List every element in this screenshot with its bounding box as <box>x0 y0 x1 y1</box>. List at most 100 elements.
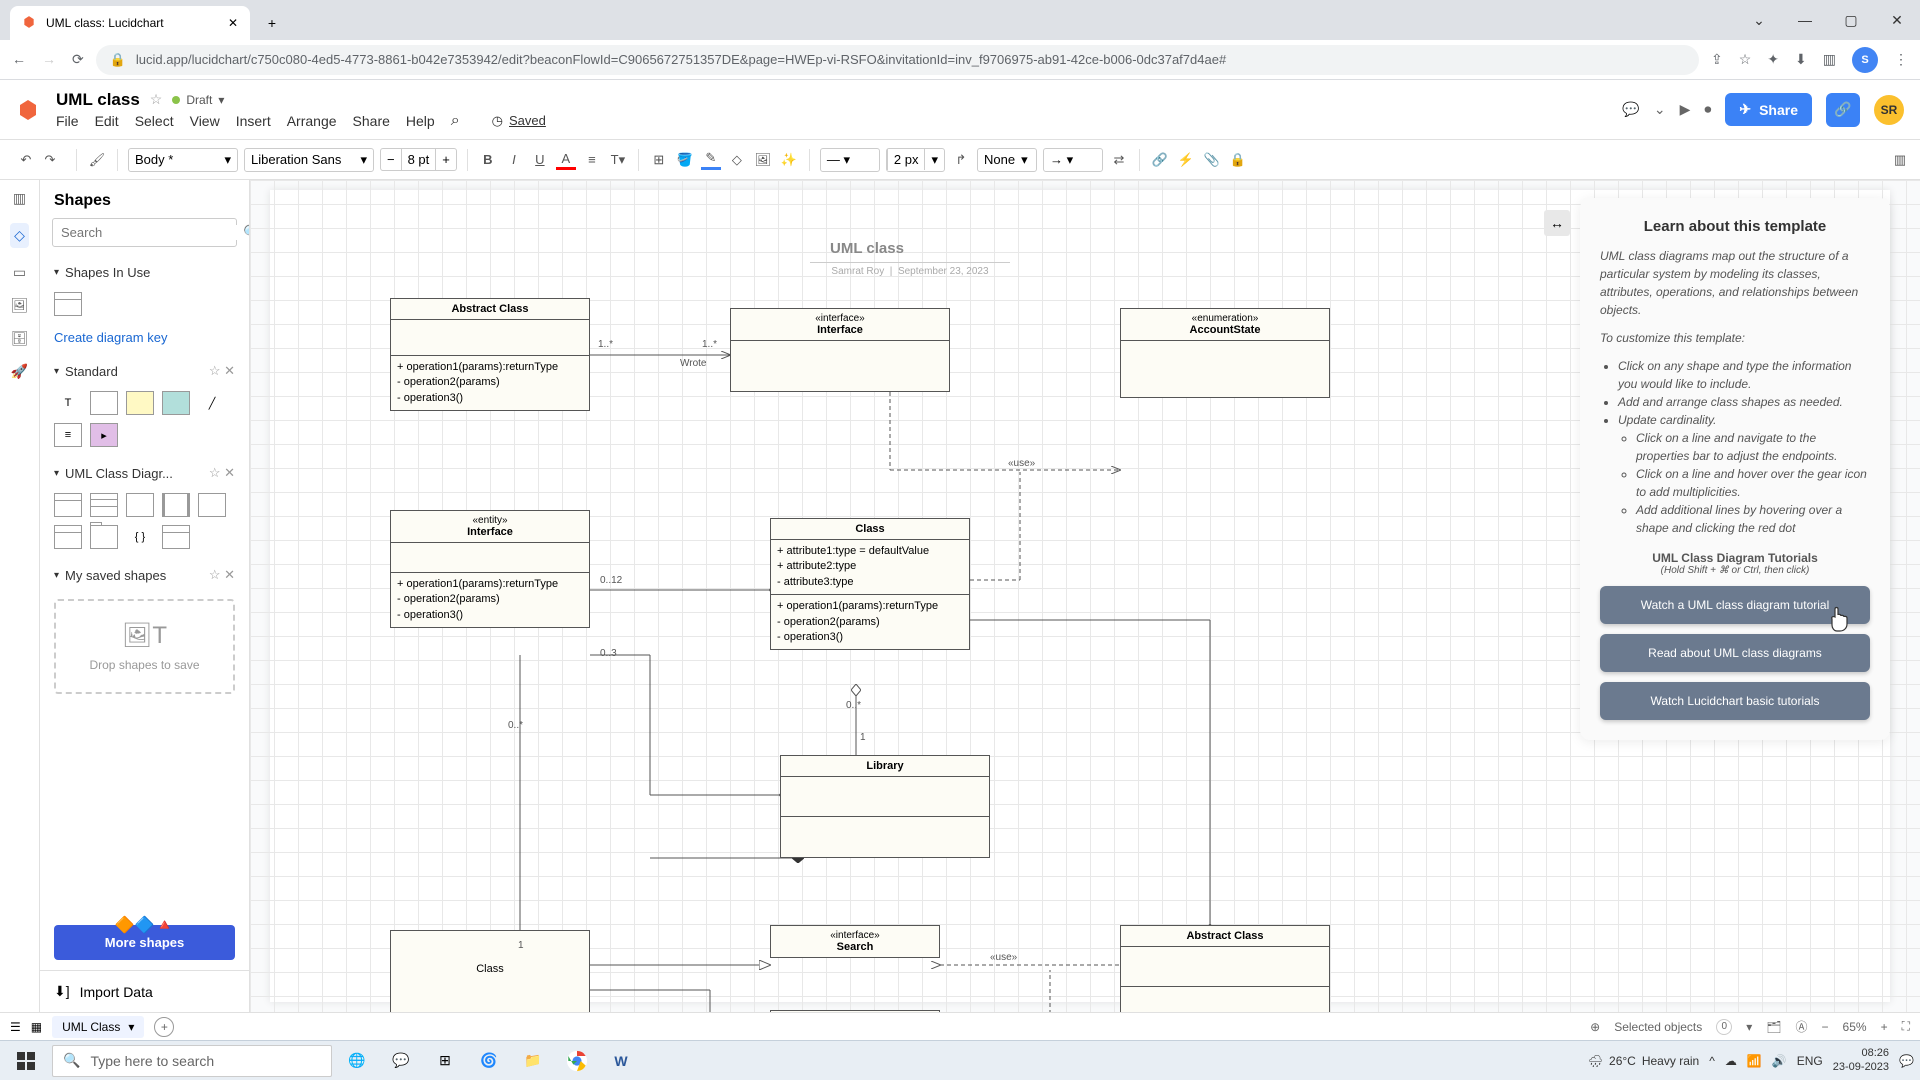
list-view-icon[interactable]: ☰ <box>10 1020 21 1034</box>
menu-arrange[interactable]: Arrange <box>287 113 337 129</box>
reload-icon[interactable]: ⟳ <box>72 51 84 68</box>
start-arrow-select[interactable]: None ▾ <box>977 148 1037 172</box>
undo-icon[interactable]: ↶ <box>16 150 36 170</box>
uml-search-interface[interactable]: «interface»Search <box>770 925 940 958</box>
chevron-down-icon[interactable]: ⌄ <box>1736 0 1782 40</box>
shape-play[interactable]: ▸ <box>90 423 118 447</box>
fill-icon[interactable]: 🪣 <box>675 150 695 170</box>
shapes-search[interactable]: 🔍 <box>52 218 237 247</box>
shape-block[interactable] <box>162 391 190 415</box>
page-tab[interactable]: UML Class ▾ <box>52 1016 144 1038</box>
tutorial-button-watch[interactable]: Watch a UML class diagram tutorial <box>1600 586 1870 624</box>
layout-icon[interactable]: ⊞ <box>649 150 669 170</box>
lock-icon[interactable]: 🔒 <box>1228 150 1248 170</box>
section-uml[interactable]: ▾UML Class Diagr... ☆ ✕ <box>40 457 249 489</box>
downloads-icon[interactable]: ⬇ <box>1795 51 1807 68</box>
tray-onedrive-icon[interactable]: ☁ <box>1725 1054 1737 1068</box>
menu-share[interactable]: Share <box>353 113 390 129</box>
layer-icon[interactable]: 📎 <box>1202 150 1222 170</box>
multiplicity-label[interactable]: 0..* <box>508 720 523 731</box>
menu-insert[interactable]: Insert <box>236 113 271 129</box>
image-tool-icon[interactable]: 🖼 <box>11 297 29 314</box>
accessibility-icon[interactable]: Ⓐ <box>1796 1018 1808 1035</box>
increase-button[interactable]: ▾ <box>925 149 944 171</box>
lucid-logo[interactable] <box>16 98 40 122</box>
line-style-select[interactable]: — ▾ <box>820 148 880 172</box>
multiplicity-label[interactable]: 0..* <box>846 700 861 711</box>
taskbar-chat-icon[interactable]: 💬 <box>382 1043 420 1079</box>
menu-edit[interactable]: Edit <box>95 113 119 129</box>
underline-icon[interactable]: U <box>530 150 550 170</box>
pin-icon[interactable]: ☆ ✕ <box>209 363 235 379</box>
end-arrow-select[interactable]: → ▾ <box>1043 148 1103 172</box>
shape-uml-active[interactable] <box>162 493 190 517</box>
uml-manage-interface[interactable]: «interface»Manage <box>770 1010 940 1012</box>
extensions-icon[interactable]: ✦ <box>1767 51 1779 68</box>
multiplicity-label[interactable]: 0..12 <box>600 575 622 586</box>
selected-caret[interactable]: ▾ <box>1746 1020 1752 1034</box>
taskbar-search[interactable]: 🔍 Type here to search <box>52 1045 332 1077</box>
taskbar-explorer-icon[interactable]: 📁 <box>514 1043 552 1079</box>
image-icon[interactable]: 🖼 <box>753 150 773 170</box>
drop-zone[interactable]: 🖼T Drop shapes to save <box>54 599 235 694</box>
multiplicity-label[interactable]: 0..3 <box>600 648 617 659</box>
maximize-icon[interactable]: ▢ <box>1828 0 1874 40</box>
shape-uml-multi[interactable] <box>198 493 226 517</box>
pin-icon[interactable]: ☆ ✕ <box>209 567 235 583</box>
data-tool-icon[interactable]: 🗄 <box>11 330 29 347</box>
chevron-down-icon[interactable]: ⌄ <box>1654 101 1666 118</box>
shape-rect[interactable] <box>90 391 118 415</box>
shape-uml-class[interactable] <box>54 493 82 517</box>
shape-uml-class2[interactable] <box>90 493 118 517</box>
shape-options-icon[interactable]: ◇ <box>727 150 747 170</box>
zoom-out-icon[interactable]: − <box>1822 1020 1829 1034</box>
minimize-icon[interactable]: — <box>1782 0 1828 40</box>
taskbar-taskview-icon[interactable]: ⊞ <box>426 1043 464 1079</box>
search-input[interactable] <box>61 225 237 240</box>
tray-chevron-icon[interactable]: ^ <box>1709 1054 1715 1068</box>
line-width-stepper[interactable]: 2 px ▾ <box>886 148 945 172</box>
magic-icon[interactable]: ✨ <box>779 150 799 170</box>
font-size-value[interactable]: 8 pt <box>401 149 437 170</box>
uml-accountstate[interactable]: «enumeration»AccountState <box>1120 308 1330 398</box>
edge-label[interactable]: «use» <box>1008 458 1035 469</box>
container-tool-icon[interactable]: ▭ <box>13 264 26 281</box>
multiplicity-label[interactable]: 1..* <box>598 339 613 350</box>
panel-toggle-icon[interactable]: ▥ <box>13 190 26 207</box>
target-icon[interactable]: ⊕ <box>1590 1020 1600 1034</box>
saved-indicator[interactable]: ◷ Saved <box>492 113 546 129</box>
import-data-button[interactable]: ⬇] Import Data <box>40 970 249 1012</box>
close-tab-icon[interactable]: ✕ <box>228 16 238 30</box>
shape-item[interactable] <box>54 292 82 316</box>
redo-icon[interactable]: ↷ <box>40 150 60 170</box>
fullscreen-icon[interactable]: ⛶ <box>1902 1019 1910 1034</box>
font-name-select[interactable]: Liberation Sans▾ <box>244 148 374 172</box>
uml-abstract-class[interactable]: Abstract Class + operation1(params):retu… <box>390 298 590 411</box>
section-shapes-in-use[interactable]: ▾Shapes In Use <box>40 257 249 288</box>
swap-icon[interactable]: ⇄ <box>1109 150 1129 170</box>
section-standard[interactable]: ▾Standard ☆ ✕ <box>40 355 249 387</box>
user-avatar[interactable]: SR <box>1874 95 1904 125</box>
copy-link-button[interactable]: 🔗 <box>1826 93 1860 127</box>
bold-icon[interactable]: B <box>478 150 498 170</box>
add-page-button[interactable]: + <box>154 1017 174 1037</box>
shape-uml-interface[interactable] <box>54 525 82 549</box>
sidepanel-icon[interactable]: ▥ <box>1823 51 1836 68</box>
grid-view-icon[interactable]: ▦ <box>31 1020 42 1034</box>
more-shapes-button[interactable]: 🔶🔷🔺 More shapes <box>54 925 235 960</box>
multiplicity-label[interactable]: 1..* <box>702 339 717 350</box>
tab-menu-caret[interactable]: ▾ <box>128 1020 134 1034</box>
record-icon[interactable]: ⏺ <box>1704 101 1711 118</box>
new-tab-button[interactable]: + <box>258 9 286 37</box>
uml-class2[interactable]: Class <box>390 930 590 1012</box>
browser-tab[interactable]: UML class: Lucidchart ✕ <box>10 6 250 40</box>
weather-widget[interactable]: 🌧 26°C Heavy rain <box>1588 1054 1699 1068</box>
uml-class-main[interactable]: Class + attribute1:type = defaultValue +… <box>770 518 970 650</box>
font-size-stepper[interactable]: − 8 pt + <box>380 148 457 171</box>
uml-library[interactable]: Library <box>780 755 990 858</box>
tray-volume-icon[interactable]: 🔊 <box>1772 1054 1787 1068</box>
create-diagram-key-link[interactable]: Create diagram key <box>40 326 249 355</box>
format-painter-icon[interactable]: 🖌 <box>87 150 107 170</box>
pin-icon[interactable]: ☆ ✕ <box>209 465 235 481</box>
tray-notifications-icon[interactable]: 💬 <box>1899 1054 1914 1068</box>
